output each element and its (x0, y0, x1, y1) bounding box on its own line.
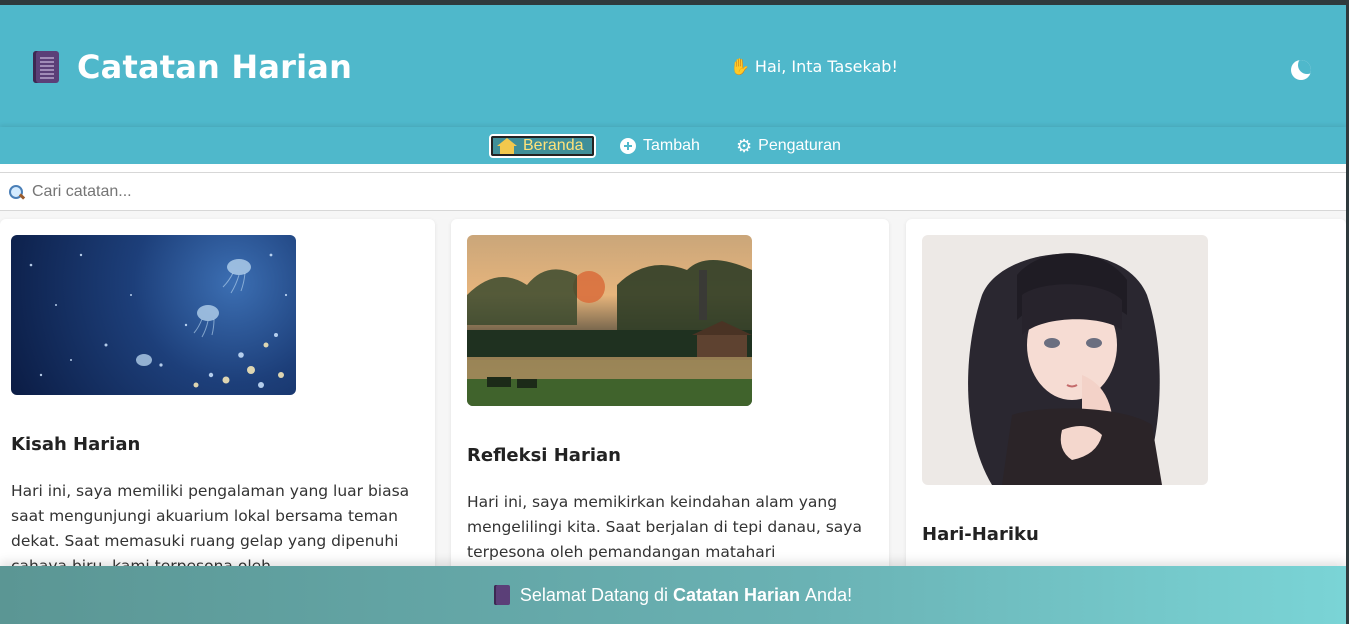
greeting-text: Hai, Inta Tasekab! (754, 57, 898, 76)
nav-label-tambah: Tambah (643, 137, 700, 154)
footer-brand: Catatan Harian (673, 584, 801, 605)
lake-sunset-image (467, 235, 752, 406)
search-icon (8, 184, 24, 200)
note-title: Refleksi Harian (467, 445, 621, 466)
main-nav: Beranda Tambah ⚙ Pengaturan (0, 127, 1346, 164)
nav-label-pengaturan: Pengaturan (758, 137, 841, 154)
search-input[interactable] (32, 182, 632, 201)
plus-circle-icon (620, 138, 636, 154)
nav-item-tambah[interactable]: Tambah (620, 134, 700, 158)
nav-item-pengaturan[interactable]: ⚙ Pengaturan (736, 134, 841, 158)
app-title: Catatan Harian (77, 48, 353, 86)
dark-mode-toggle-moon-icon[interactable] (1291, 60, 1311, 80)
notebook-icon (33, 51, 59, 83)
welcome-footer: Selamat Datang di Catatan Harian Anda! (0, 566, 1346, 624)
notebook-icon (493, 585, 510, 605)
note-card[interactable]: Refleksi Harian Hari ini, saya memikirka… (451, 219, 889, 619)
app-header: Catatan Harian ✋ Hai, Inta Tasekab! (0, 5, 1346, 127)
house-icon (497, 138, 517, 154)
footer-prefix: Selamat Datang di (519, 584, 668, 605)
anime-girl-image (922, 235, 1208, 485)
brand[interactable]: Catatan Harian (33, 45, 352, 89)
greeting: ✋ Hai, Inta Tasekab! (730, 57, 898, 76)
gear-icon: ⚙ (736, 136, 753, 156)
note-excerpt: Hari ini, saya memikirkan keindahan alam… (467, 493, 862, 561)
search-bar (0, 172, 1346, 211)
note-excerpt: Hari ini, saya memiliki pengalaman yang … (11, 482, 410, 575)
note-title: Hari-Hariku (922, 524, 1039, 545)
nav-item-beranda[interactable]: Beranda (489, 134, 596, 158)
jellyfish-image (11, 235, 296, 395)
notes-grid: Kisah Harian Hari ini, saya memiliki pen… (0, 211, 1346, 619)
note-title: Kisah Harian (11, 434, 141, 455)
note-card[interactable]: Hari-Hariku (906, 219, 1346, 619)
note-card[interactable]: Kisah Harian Hari ini, saya memiliki pen… (0, 219, 435, 619)
nav-label-beranda: Beranda (523, 137, 584, 154)
footer-suffix: Anda! (805, 584, 853, 605)
waving-hand-icon: ✋ (730, 57, 750, 76)
